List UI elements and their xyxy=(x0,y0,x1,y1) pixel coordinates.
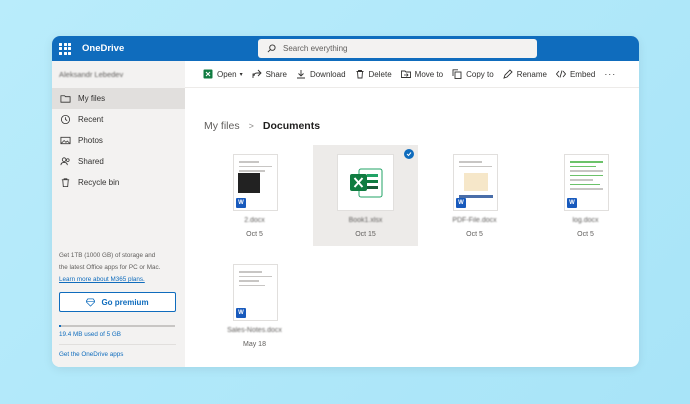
search-box[interactable]: Search everything xyxy=(258,39,537,58)
breadcrumb-root[interactable]: My files xyxy=(204,120,240,132)
checkmark-icon[interactable] xyxy=(404,149,414,159)
open-button[interactable]: Open ▾ xyxy=(203,69,243,79)
breadcrumb: My files > Documents xyxy=(204,120,320,132)
onedrive-window: OneDrive Search everything Aleksandr Leb… xyxy=(52,36,639,367)
sidebar-item-label: Shared xyxy=(78,157,104,166)
file-tile[interactable]: W log.docx Oct 5 xyxy=(533,145,638,246)
sidebar-item-label: My files xyxy=(78,94,106,103)
file-date: May 18 xyxy=(243,341,266,348)
copy-to-button[interactable]: Copy to xyxy=(452,69,494,79)
thumbnail-image xyxy=(238,173,260,193)
word-icon: W xyxy=(236,198,246,208)
sidebar-item-recent[interactable]: Recent xyxy=(52,109,185,130)
file-name: log.docx xyxy=(572,217,599,224)
file-tile[interactable]: W PDF-File.docx Oct 5 xyxy=(422,145,527,246)
divider xyxy=(59,344,176,345)
file-tile-selected[interactable]: Book1.xlsx Oct 15 xyxy=(313,145,418,246)
copy-icon xyxy=(452,69,462,79)
sidebar-item-label: Recycle bin xyxy=(78,178,120,187)
file-date: Oct 15 xyxy=(355,231,376,238)
command-bar: Open ▾ Share Download Delete Move to Cop… xyxy=(185,61,639,88)
storage-usage[interactable]: 19.4 MB used of 5 GB xyxy=(59,331,121,338)
top-bar: OneDrive Search everything xyxy=(52,36,639,61)
embed-label: Embed xyxy=(569,69,596,79)
diamond-icon xyxy=(86,297,96,307)
file-date: Oct 5 xyxy=(466,231,483,238)
word-icon: W xyxy=(567,198,577,208)
file-tile[interactable]: W 2.docx Oct 5 xyxy=(202,145,307,246)
thumbnail-image xyxy=(464,173,488,191)
page-title: Documents xyxy=(262,120,321,132)
file-tile[interactable]: W Sales-Notes.docx May 18 xyxy=(202,255,307,356)
chevron-down-icon: ▾ xyxy=(239,71,243,78)
promo-text-2: the latest Office apps for PC or Mac. xyxy=(59,264,161,271)
trash-icon xyxy=(59,177,71,189)
file-thumbnail: W xyxy=(233,264,278,321)
people-icon xyxy=(59,156,71,168)
photo-icon xyxy=(59,135,71,147)
embed-icon xyxy=(555,70,566,78)
copy-to-label: Copy to xyxy=(466,69,494,79)
file-name: PDF-File.docx xyxy=(452,217,497,224)
storage-bar-fill xyxy=(59,325,61,327)
sidebar: Aleksandr Lebedev My files Recent Photos… xyxy=(52,61,185,367)
premium-promo: Get 1TB (1000 GB) of storage and the lat… xyxy=(59,250,179,286)
promo-text-1: Get 1TB (1000 GB) of storage and xyxy=(59,252,156,259)
folder-icon xyxy=(59,93,71,105)
word-icon: W xyxy=(236,308,246,318)
file-thumbnail: W xyxy=(453,154,498,211)
file-thumbnail: W xyxy=(233,154,278,211)
sidebar-item-shared[interactable]: Shared xyxy=(52,151,185,172)
more-options-icon[interactable]: ··· xyxy=(604,69,616,79)
search-input[interactable]: Search everything xyxy=(283,44,347,53)
m365-plans-link[interactable]: Learn more about M365 plans. xyxy=(59,274,179,286)
delete-button[interactable]: Delete xyxy=(355,69,392,79)
chevron-right-icon: > xyxy=(248,121,254,131)
download-button[interactable]: Download xyxy=(296,69,346,79)
download-label: Download xyxy=(309,69,346,79)
go-premium-label: Go premium xyxy=(101,297,149,307)
trash-icon xyxy=(356,70,364,79)
history-icon xyxy=(59,114,71,126)
get-apps-link[interactable]: Get the OneDrive apps xyxy=(59,351,123,358)
excel-icon xyxy=(203,69,213,79)
delete-label: Delete xyxy=(368,69,392,79)
account-name[interactable]: Aleksandr Lebedev xyxy=(52,61,185,88)
move-icon xyxy=(400,70,411,78)
rename-icon xyxy=(502,69,513,79)
share-icon xyxy=(252,69,262,78)
sidebar-item-recycle-bin[interactable]: Recycle bin xyxy=(52,172,185,193)
move-to-button[interactable]: Move to xyxy=(400,69,444,79)
move-to-label: Move to xyxy=(414,69,444,79)
search-icon xyxy=(267,44,276,53)
word-icon: W xyxy=(456,198,466,208)
open-label: Open xyxy=(217,69,237,79)
storage-bar xyxy=(59,325,175,327)
rename-button[interactable]: Rename xyxy=(502,69,547,79)
sidebar-item-my-files[interactable]: My files xyxy=(52,88,185,109)
file-date: Oct 5 xyxy=(577,231,594,238)
sidebar-item-photos[interactable]: Photos xyxy=(52,130,185,151)
sidebar-item-label: Recent xyxy=(78,115,104,124)
file-date: Oct 5 xyxy=(246,231,263,238)
app-title[interactable]: OneDrive xyxy=(82,43,124,54)
rename-label: Rename xyxy=(516,69,547,79)
share-label: Share xyxy=(265,69,287,79)
file-name: 2.docx xyxy=(244,217,265,224)
file-thumbnail xyxy=(337,154,394,211)
sidebar-item-label: Photos xyxy=(78,136,103,145)
file-thumbnail: W xyxy=(564,154,609,211)
go-premium-button[interactable]: Go premium xyxy=(59,292,176,312)
download-icon xyxy=(296,70,305,79)
embed-button[interactable]: Embed xyxy=(555,69,596,79)
app-launcher-icon[interactable] xyxy=(59,42,71,55)
file-name: Book1.xlsx xyxy=(348,217,383,224)
excel-icon xyxy=(349,168,382,197)
file-name: Sales-Notes.docx xyxy=(227,327,282,334)
share-button[interactable]: Share xyxy=(252,69,287,79)
